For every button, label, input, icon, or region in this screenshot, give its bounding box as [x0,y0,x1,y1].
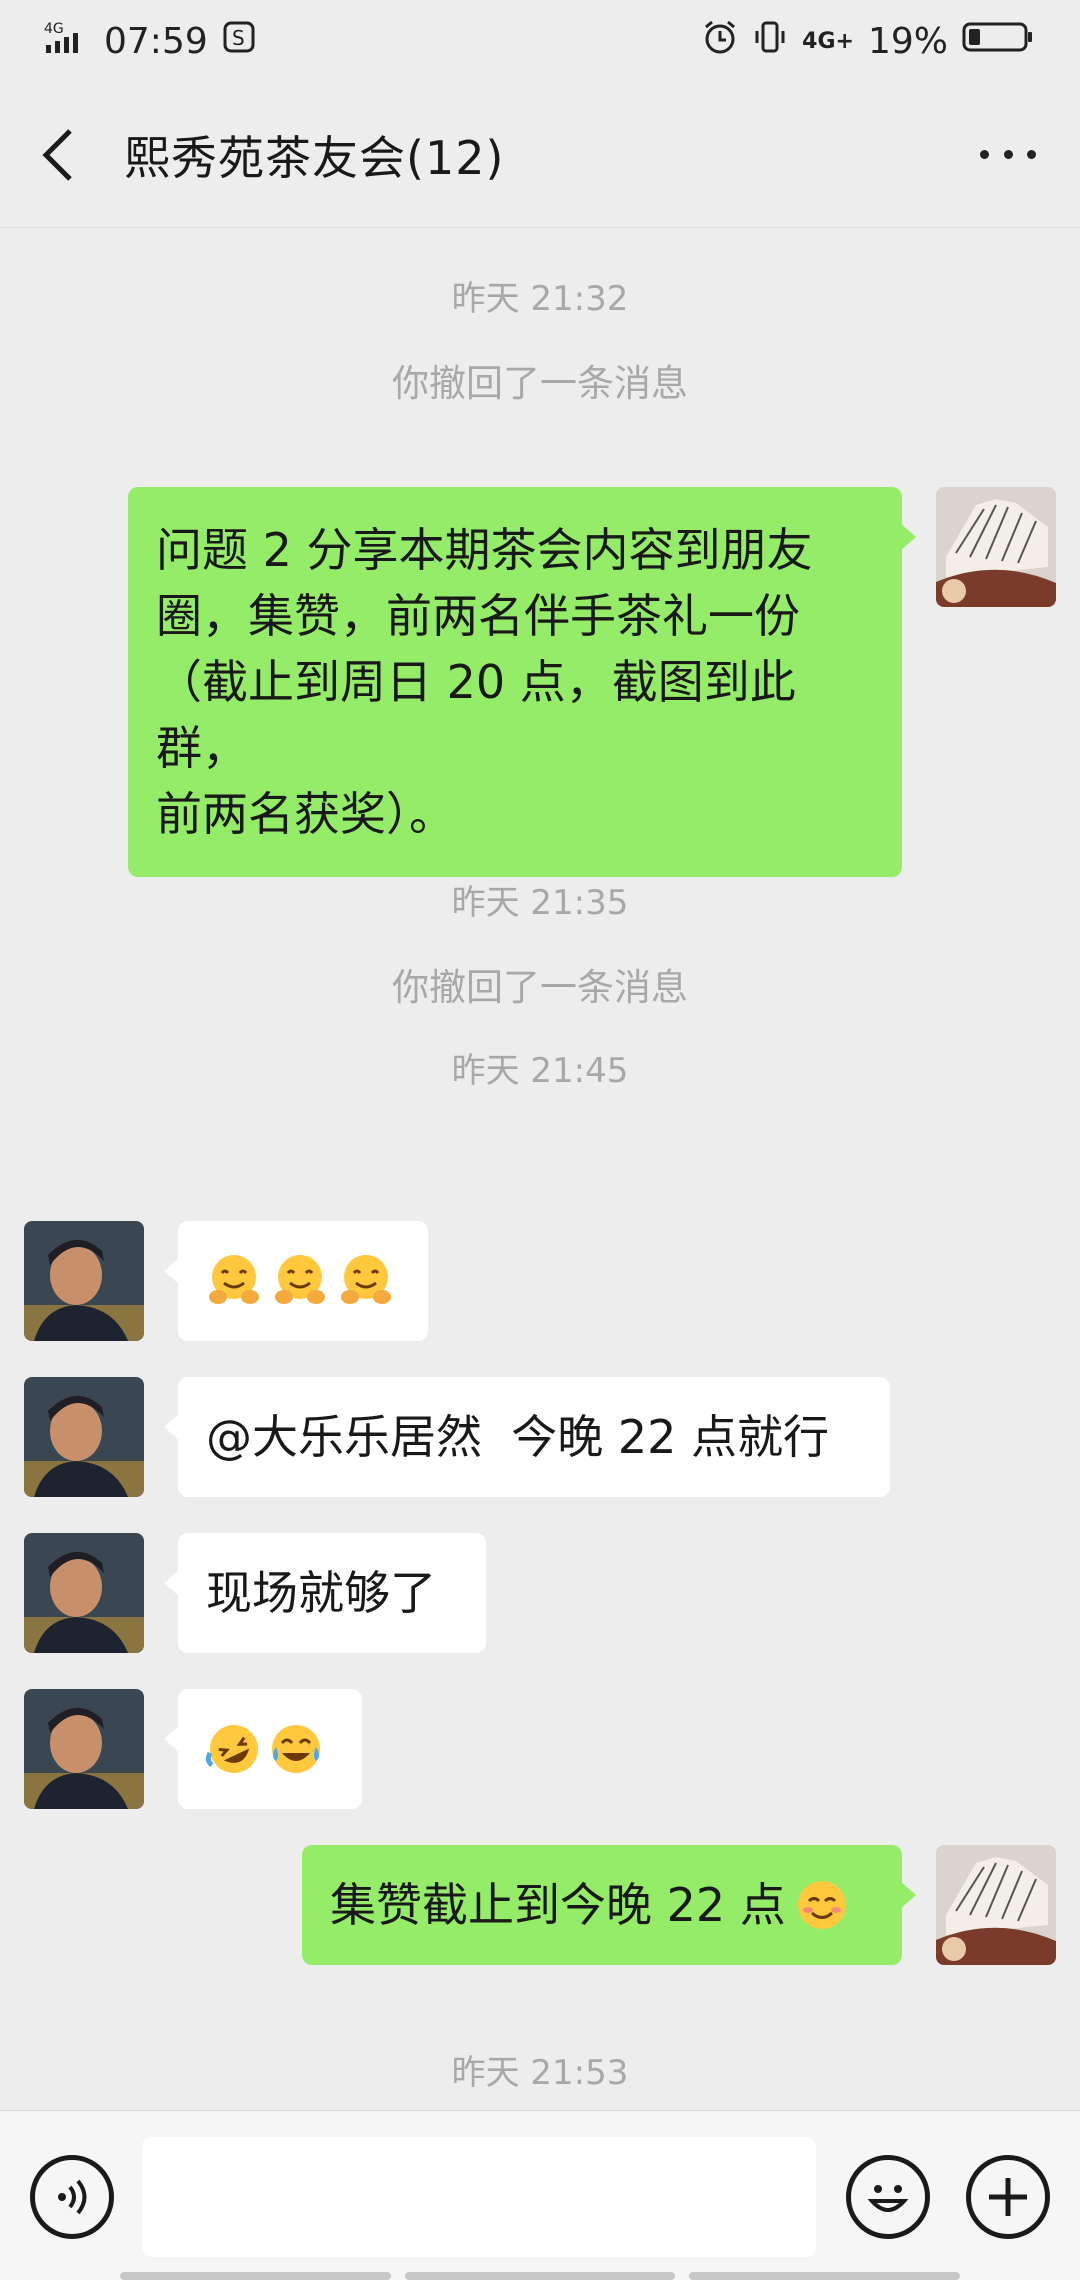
network-label-left: 4G [44,21,64,37]
message-bubble-me[interactable]: 集赞截止到今晚 22 点 [302,1845,916,1965]
message-bubble-other[interactable]: 现场就够了 [164,1533,486,1653]
input-toolbar [0,2110,1080,2280]
message-line: （截止到周日 20 点，截图到此群， [156,655,796,775]
hugging-face-icon [206,1253,262,1309]
timestamp: 昨天 21:45 [451,1051,629,1091]
member-avatar[interactable] [24,1533,144,1653]
signal-icon: 4G [44,19,90,64]
back-arrow-icon[interactable] [40,125,84,185]
plus-icon[interactable] [966,2155,1050,2239]
hugging-face-icon [272,1253,328,1309]
message-bubble-other[interactable] [164,1689,362,1809]
more-options-icon[interactable] [980,135,1036,175]
vibrate-icon [752,19,788,64]
battery-percent: 19% [867,20,948,62]
message-bubble-me[interactable]: 问题 2 分享本期茶会内容到朋友 圈，集赞，前两名伴手茶礼一份 （截止到周日 2… [128,487,916,877]
message-line: 问题 2 分享本期茶会内容到朋友 [156,523,813,577]
chat-header: 熙秀苑茶友会(12) [0,82,1080,228]
message-list[interactable]: 昨天 21:32 你撤回了一条消息 问题 2 分享本期茶会内容到朋友 圈，集赞，… [0,229,1080,2110]
network-label-right: 4G+ [802,28,854,54]
status-bar: 4G 07:59 S 4G+ 19% [0,0,1080,82]
emoji-picker-icon[interactable] [846,2155,930,2239]
smiling-face-icon [794,1877,850,1933]
timestamp: 昨天 21:32 [451,279,629,319]
message-line: 前两名获奖）。 [156,787,455,841]
member-avatar[interactable] [24,1377,144,1497]
voice-input-icon[interactable] [30,2155,114,2239]
timestamp: 昨天 21:53 [451,2053,629,2093]
message-text: 现场就够了 [206,1566,436,1620]
battery-icon [962,20,1034,63]
hugging-face-icon [338,1253,394,1309]
rolling-laughing-face-icon [205,1721,262,1777]
alarm-icon [702,19,738,64]
clock-time: 07:59 [104,20,208,62]
message-text: @大乐乐居然 今晚 22 点就行 [206,1410,830,1464]
my-avatar[interactable] [936,487,1056,607]
nav-gesture-bar [120,2272,961,2280]
timestamp: 昨天 21:35 [451,883,629,923]
recall-notice: 你撤回了一条消息 [392,966,688,1009]
chat-title: 熙秀苑茶友会(12) [124,130,505,185]
member-avatar[interactable] [24,1689,144,1809]
my-avatar[interactable] [936,1845,1056,1965]
message-input[interactable] [142,2137,816,2257]
tears-of-joy-face-icon [268,1721,324,1777]
message-line: 圈，集赞，前两名伴手茶礼一份 [156,589,800,643]
member-avatar[interactable] [24,1221,144,1341]
message-text: 集赞截止到今晚 22 点 [330,1878,786,1932]
message-bubble-other[interactable] [164,1221,428,1341]
svg-text:S: S [232,26,245,50]
recall-notice: 你撤回了一条消息 [392,362,688,405]
message-bubble-other[interactable]: @大乐乐居然 今晚 22 点就行 [164,1377,890,1497]
app-notification-icon: S [222,20,256,63]
